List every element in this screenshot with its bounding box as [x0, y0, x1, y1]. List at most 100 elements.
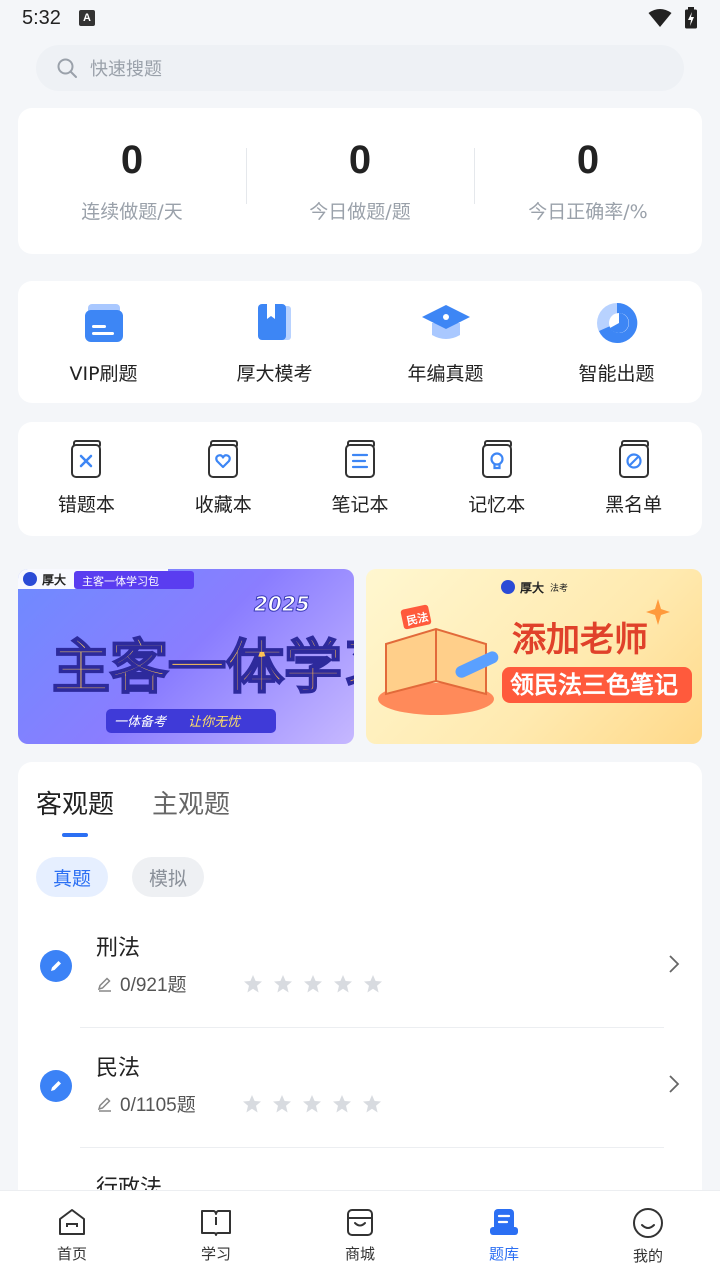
- stat-value: 0: [576, 138, 600, 182]
- tab-subjective[interactable]: 主观题: [152, 784, 230, 821]
- subject-progress: 0/1105题: [120, 1095, 196, 1116]
- banner-add-teacher[interactable]: 厚大 法考 民法 添加老师 领民法三色笔记: [366, 569, 702, 744]
- chevron-right-icon: [669, 1075, 680, 1093]
- tabbar-shop[interactable]: 商城: [288, 1191, 432, 1280]
- subject-name: 民法: [96, 1056, 141, 1081]
- stat-label: 今日正确率/%: [528, 201, 648, 223]
- blacklist-icon: [618, 440, 649, 478]
- notebook-tools: 错题本 收藏本 笔记本 记忆本 黑名单: [18, 422, 702, 536]
- stat-label: 连续做题/天: [81, 201, 183, 223]
- star-icon: [302, 1094, 321, 1112]
- star-icon: [362, 1094, 381, 1112]
- notification-a-icon: A: [78, 10, 95, 26]
- feature-past-exams[interactable]: 年编真题: [360, 301, 531, 386]
- favorite-notebook-icon: [208, 440, 239, 478]
- chevron-right-icon: [669, 955, 680, 973]
- feature-grid: VIP刷题 厚大模考 年编真题 智能出题: [18, 281, 702, 403]
- pencil-icon: [40, 950, 72, 982]
- difficulty-stars: [243, 974, 383, 994]
- tool-memory[interactable]: 记忆本: [428, 440, 565, 517]
- search-icon: [57, 58, 77, 78]
- tab-objective[interactable]: 客观题: [36, 784, 114, 821]
- star-icon: [243, 974, 262, 992]
- status-bar: 5:32 A: [0, 0, 720, 36]
- wifi-icon: [648, 9, 672, 27]
- feature-vip-practice[interactable]: VIP刷题: [18, 301, 189, 386]
- home-icon: [59, 1209, 85, 1235]
- stats-card: 0 连续做题/天 0 今日做题/题 0 今日正确率/%: [18, 108, 702, 254]
- star-icon: [242, 1094, 261, 1112]
- svg-text:法考: 法考: [550, 582, 568, 594]
- subject-meta: 0/921题: [96, 970, 383, 997]
- tabbar-label: 我的: [632, 1247, 663, 1265]
- star-icon: [273, 974, 292, 992]
- feature-label: 年编真题: [407, 363, 484, 385]
- stat-label: 今日做题/题: [309, 201, 411, 223]
- svg-text:让你无忧: 让你无忧: [188, 715, 242, 730]
- question-bank-icon: [490, 1209, 518, 1235]
- svg-text:主客一体学习包: 主客一体学习包: [52, 633, 354, 701]
- filter-mock[interactable]: 模拟: [132, 857, 205, 897]
- battery-icon: [685, 7, 697, 29]
- pencil-icon: [40, 1070, 72, 1102]
- status-time: 5:32: [22, 6, 61, 29]
- tool-label: 笔记本: [331, 494, 389, 516]
- bottom-tab-bar: 首页 学习 商城 题库 我的: [0, 1190, 720, 1280]
- feature-mock-exam[interactable]: 厚大模考: [189, 301, 360, 386]
- star-icon: [363, 974, 382, 992]
- book-icon: [257, 304, 291, 340]
- subject-meta: 0/1105题: [96, 1090, 382, 1117]
- star-icon: [272, 1094, 291, 1112]
- filter-real-exams[interactable]: 真题: [36, 857, 109, 897]
- svg-text:厚大: 厚大: [520, 580, 544, 595]
- tool-label: 收藏本: [194, 494, 252, 516]
- tool-wrong-questions[interactable]: 错题本: [18, 440, 155, 517]
- tool-notes[interactable]: 笔记本: [292, 440, 429, 517]
- banner-study-pack-art: 厚大 主客一体学习包 2025 主客一体学习包 一体备考 让你无忧: [18, 569, 354, 733]
- tabbar-label: 商城: [344, 1245, 375, 1263]
- question-type-tabs: 客观题 主观题: [36, 784, 230, 821]
- tool-blacklist[interactable]: 黑名单: [565, 440, 702, 517]
- tool-label: 记忆本: [468, 494, 526, 516]
- difficulty-stars: [242, 1094, 382, 1114]
- subject-progress: 0/921题: [120, 975, 187, 996]
- tabbar-label: 首页: [56, 1245, 87, 1263]
- profile-smile-icon: [633, 1208, 663, 1238]
- notebook-icon: [344, 440, 375, 478]
- stat-value: 0: [348, 138, 372, 182]
- study-book-icon: [201, 1210, 231, 1236]
- shop-icon: [347, 1209, 373, 1236]
- pie-chart-icon: [596, 302, 637, 343]
- tool-favorites[interactable]: 收藏本: [155, 440, 292, 517]
- feature-label: 厚大模考: [236, 363, 313, 385]
- edit-small-icon: [97, 1096, 111, 1112]
- banner-add-teacher-art: 厚大 法考 民法 添加老师 领民法三色笔记: [378, 580, 692, 715]
- subject-row-criminal-law[interactable]: 刑法 0/921题: [18, 908, 702, 1028]
- svg-text:领民法三色笔记: 领民法三色笔记: [510, 671, 678, 699]
- tabbar-profile[interactable]: 我的: [576, 1191, 720, 1280]
- tabbar-home[interactable]: 首页: [0, 1191, 144, 1280]
- subject-row-civil-law[interactable]: 民法 0/1105题: [18, 1028, 702, 1148]
- feature-label: VIP刷题: [69, 363, 138, 385]
- question-source-filter: 真题 模拟: [36, 857, 205, 897]
- graduation-cap-icon: [421, 305, 470, 339]
- search-input[interactable]: 快速搜题: [36, 45, 684, 91]
- edit-small-icon: [97, 976, 111, 992]
- memory-notebook-icon: [481, 440, 512, 478]
- feature-label: 智能出题: [578, 363, 655, 385]
- star-icon: [333, 974, 352, 992]
- tabbar-study[interactable]: 学习: [144, 1191, 288, 1280]
- svg-text:厚大: 厚大: [42, 572, 66, 587]
- tabbar-label: 学习: [200, 1245, 231, 1263]
- stat-streak-days: 0 连续做题/天: [18, 138, 246, 224]
- svg-text:2025: 2025: [254, 592, 310, 616]
- star-icon: [332, 1094, 351, 1112]
- feature-smart-questions[interactable]: 智能出题: [531, 301, 702, 386]
- banner-study-pack[interactable]: 厚大 主客一体学习包 2025 主客一体学习包 一体备考 让你无忧: [18, 569, 354, 744]
- star-icon: [303, 974, 322, 992]
- search-placeholder: 快速搜题: [90, 59, 162, 80]
- tool-label: 错题本: [57, 494, 115, 516]
- stat-today-count: 0 今日做题/题: [246, 138, 474, 224]
- tabbar-question-bank[interactable]: 题库: [432, 1191, 576, 1280]
- svg-text:主客一体学习包: 主客一体学习包: [82, 574, 159, 588]
